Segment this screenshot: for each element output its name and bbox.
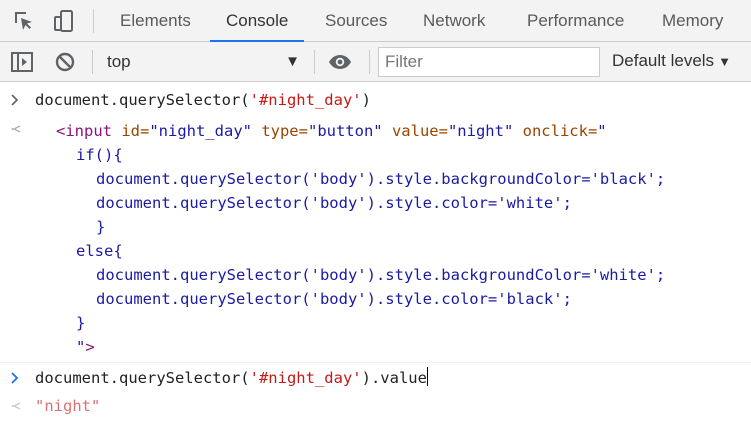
attr-name: id= <box>112 122 150 140</box>
onclick-code-line: document.querySelector('body').style.bac… <box>96 266 666 284</box>
input-chevron-icon <box>11 94 19 106</box>
text-caret <box>426 367 428 386</box>
tab-sources[interactable]: Sources <box>325 0 387 41</box>
toolbar-divider <box>92 50 93 74</box>
log-levels-dropdown[interactable]: Default levels ▼ <box>612 51 731 71</box>
code-string: '#night_day' <box>249 91 362 109</box>
console-input-line[interactable]: document.querySelector('#night_day') <box>35 88 371 112</box>
attr-name: onclick= <box>513 122 598 140</box>
toolbar-divider <box>93 9 94 33</box>
code-text: ) <box>361 91 371 109</box>
console-messages[interactable]: document.querySelector('#night_day') <in… <box>0 82 751 437</box>
code-text: document.querySelector( <box>35 369 250 387</box>
attr-value: "night_day" <box>149 122 252 140</box>
onclick-code-line: document.querySelector('body').style.col… <box>96 290 572 308</box>
log-levels-label: Default levels <box>612 51 715 70</box>
tab-console[interactable]: Console <box>209 0 305 42</box>
filter-input[interactable] <box>378 47 600 77</box>
onclick-code-line: else{ <box>76 242 123 260</box>
tab-network[interactable]: Network <box>423 0 485 41</box>
html-tag: <input <box>56 122 112 140</box>
execution-context-select[interactable]: top ▼ <box>96 42 308 81</box>
eager-eval-result: "night" <box>35 397 101 415</box>
code-string: '#night_day' <box>249 369 362 387</box>
attr-name: value= <box>382 122 448 140</box>
output-return-icon <box>11 125 21 133</box>
live-expression-eye-icon[interactable] <box>328 50 352 74</box>
attr-value: " <box>76 338 86 356</box>
onclick-code-line: if(){ <box>76 146 123 164</box>
code-text: document.querySelector( <box>35 91 250 109</box>
toolbar-divider <box>314 50 315 74</box>
device-toolbar-icon[interactable] <box>52 9 76 33</box>
onclick-code-line: } <box>96 218 106 236</box>
dropdown-arrow-icon: ▼ <box>285 53 300 70</box>
tab-memory[interactable]: Memory <box>662 0 723 41</box>
prompt-chevron-icon <box>11 372 19 384</box>
code-text: ).value <box>361 369 427 387</box>
onclick-code-line: } <box>76 314 86 332</box>
context-value: top <box>107 52 131 71</box>
message-divider <box>0 362 751 363</box>
console-output-element[interactable]: <input id="night_day" type="button" valu… <box>56 119 607 143</box>
onclick-code-line: document.querySelector('body').style.bac… <box>96 170 666 188</box>
html-tag: > <box>85 338 95 356</box>
onclick-code-line: "> <box>76 335 95 359</box>
output-return-icon <box>11 402 21 410</box>
attr-name: type= <box>251 122 308 140</box>
onclick-code-line: document.querySelector('body').style.col… <box>96 194 572 212</box>
attr-value: "night" <box>447 122 514 140</box>
attr-value: "button" <box>307 122 383 140</box>
tab-performance[interactable]: Performance <box>527 0 624 41</box>
tab-elements[interactable]: Elements <box>120 0 191 41</box>
attr-value: " <box>597 122 607 140</box>
clear-console-icon[interactable] <box>53 50 77 74</box>
console-toolbar: top ▼ Default levels▼ <box>0 42 751 82</box>
toolbar-divider <box>369 50 370 74</box>
devtools-tab-bar: Elements Console Sources Network Perform… <box>0 0 751 42</box>
show-sidebar-icon[interactable] <box>10 50 34 74</box>
console-prompt-input[interactable]: document.querySelector('#night_day').val… <box>35 366 428 390</box>
dropdown-arrow-icon: ▼ <box>718 54 731 69</box>
inspect-element-icon[interactable] <box>12 9 36 33</box>
